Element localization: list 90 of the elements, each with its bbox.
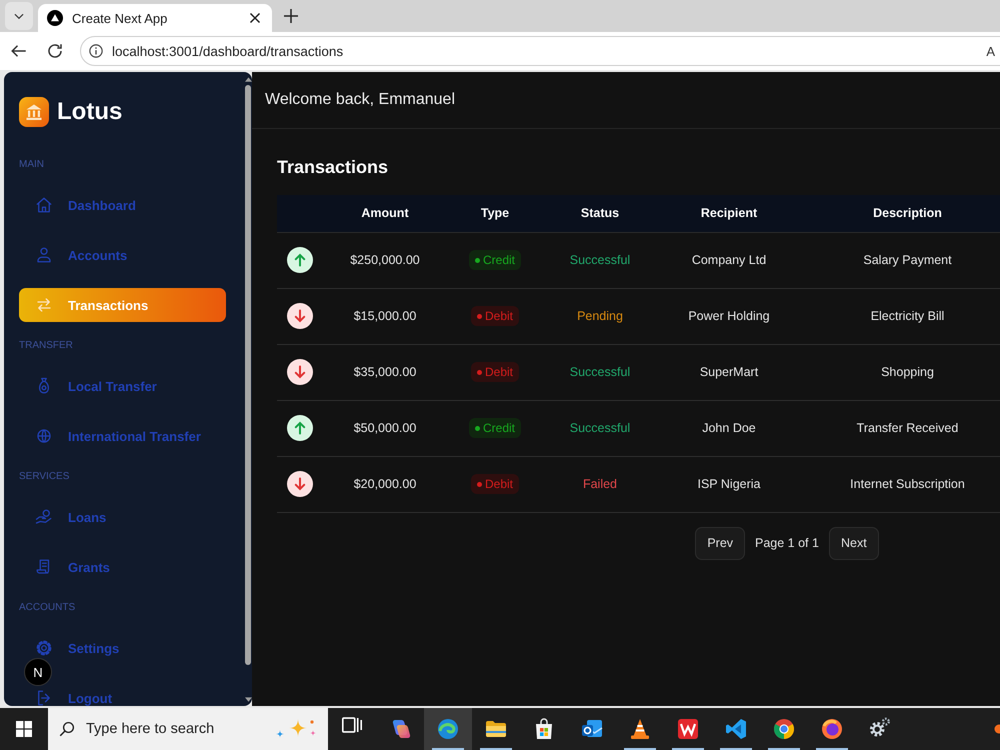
folded-ribbon-icon[interactable]: [724, 717, 748, 741]
settings-icon: [35, 639, 53, 657]
url-text: localhost:3001/dashboard/transactions: [112, 44, 344, 58]
scroll-down-icon[interactable]: [244, 697, 252, 702]
amount-text: $20,000.00: [354, 477, 416, 491]
column-header: Description: [873, 206, 942, 220]
scroll-up-icon[interactable]: [244, 77, 252, 82]
globe-swirl-icon[interactable]: [820, 717, 844, 741]
logout-icon: [35, 689, 53, 706]
description-text: Shopping: [881, 365, 934, 379]
bank-icon: [19, 97, 49, 127]
read-aloud-button[interactable]: A: [986, 44, 995, 58]
section-label: TRANSFER: [19, 340, 74, 352]
dot-icon: [476, 314, 482, 318]
reload-icon[interactable]: [46, 42, 64, 60]
globe-icon: [35, 427, 53, 445]
description-text: Transfer Received: [856, 421, 958, 435]
wave-circle-icon: [436, 717, 460, 741]
type-label: Debit: [484, 477, 513, 491]
close-icon[interactable]: [249, 12, 261, 24]
section-label: ACCOUNTS: [19, 602, 76, 614]
column-header: Status: [580, 206, 620, 220]
segmented-circle-icon[interactable]: [772, 717, 796, 741]
nav-item[interactable]: Grants: [19, 550, 226, 584]
start-icon[interactable]: [16, 721, 32, 737]
gears-icon[interactable]: [869, 717, 891, 739]
zigzag-tile-icon[interactable]: [676, 717, 700, 741]
dot-icon: [474, 426, 480, 430]
dot-icon: [476, 482, 482, 486]
recipient-text: John Doe: [702, 421, 756, 435]
info-icon: [89, 44, 103, 58]
amount-text: $50,000.00: [354, 421, 416, 435]
recipient-text: Company Ltd: [692, 253, 766, 267]
next-button[interactable]: Next: [828, 526, 879, 560]
status-text: Pending: [577, 309, 623, 323]
page-indicator: Page 1 of 1: [755, 536, 819, 550]
scrollbar-thumb[interactable]: [245, 85, 251, 665]
new-tab-icon[interactable]: [283, 8, 299, 24]
triangle-logo-icon: [47, 10, 63, 26]
nav-item[interactable]: Transactions: [19, 288, 226, 322]
nav-item[interactable]: Loans: [19, 500, 226, 534]
description-text: Internet Subscription: [850, 477, 965, 491]
dot-icon: [474, 258, 480, 262]
search-icon: [58, 720, 76, 738]
amount-text: $35,000.00: [354, 365, 416, 379]
section-label: SERVICES: [19, 471, 70, 483]
dot-icon: [476, 370, 482, 374]
type-label: Credit: [482, 253, 515, 267]
traffic-cone-icon[interactable]: [628, 717, 652, 741]
column-header: Recipient: [700, 206, 758, 220]
status-text: Failed: [582, 477, 618, 491]
arrow-up-icon: [287, 415, 313, 441]
column-header: Amount: [361, 206, 409, 220]
welcome-text: Welcome back, Emmanuel: [265, 91, 455, 109]
brand-name: Lotus: [57, 98, 122, 126]
active-app-button[interactable]: [424, 708, 472, 750]
arrow-down-icon: [287, 359, 313, 385]
arrow-up-icon: [287, 247, 313, 273]
amount-text: $250,000.00: [350, 253, 420, 267]
home-icon: [35, 196, 53, 214]
type-label: Debit: [484, 309, 513, 323]
page-title: Transactions: [277, 156, 390, 178]
recipient-text: ISP Nigeria: [698, 477, 760, 491]
nav-item[interactable]: Dashboard: [19, 188, 226, 222]
nav-item[interactable]: Local Transfer: [19, 369, 226, 403]
status-text: Successful: [570, 365, 630, 379]
description-text: Salary Payment: [863, 253, 952, 267]
arrow-down-icon: [287, 471, 313, 497]
description-text: Electricity Bill: [870, 309, 944, 323]
column-header: Type: [480, 206, 510, 220]
coin-hand-icon: [35, 508, 53, 526]
tray-icon[interactable]: [994, 724, 1000, 734]
recipient-text: Power Holding: [688, 309, 770, 323]
section-label: MAIN: [19, 159, 45, 171]
search-field[interactable]: Type here to search: [48, 708, 328, 750]
address-field[interactable]: localhost:3001/dashboard/transactions A: [80, 36, 1000, 66]
browser-tab[interactable]: Create Next App: [38, 4, 272, 32]
task-view-icon[interactable]: [342, 717, 362, 733]
type-label: Credit: [482, 421, 515, 435]
amount-text: $15,000.00: [354, 309, 416, 323]
prev-button[interactable]: Prev: [695, 526, 746, 560]
arrow-down-icon: [287, 303, 313, 329]
swap-arrows-icon: [35, 296, 53, 314]
status-text: Successful: [570, 253, 630, 267]
nav-item[interactable]: Accounts: [19, 238, 226, 272]
recipient-text: SuperMart: [700, 365, 758, 379]
user-icon: [35, 246, 53, 264]
nav-item[interactable]: International Transfer: [19, 419, 226, 453]
type-label: Debit: [484, 365, 513, 379]
status-text: Successful: [570, 421, 630, 435]
